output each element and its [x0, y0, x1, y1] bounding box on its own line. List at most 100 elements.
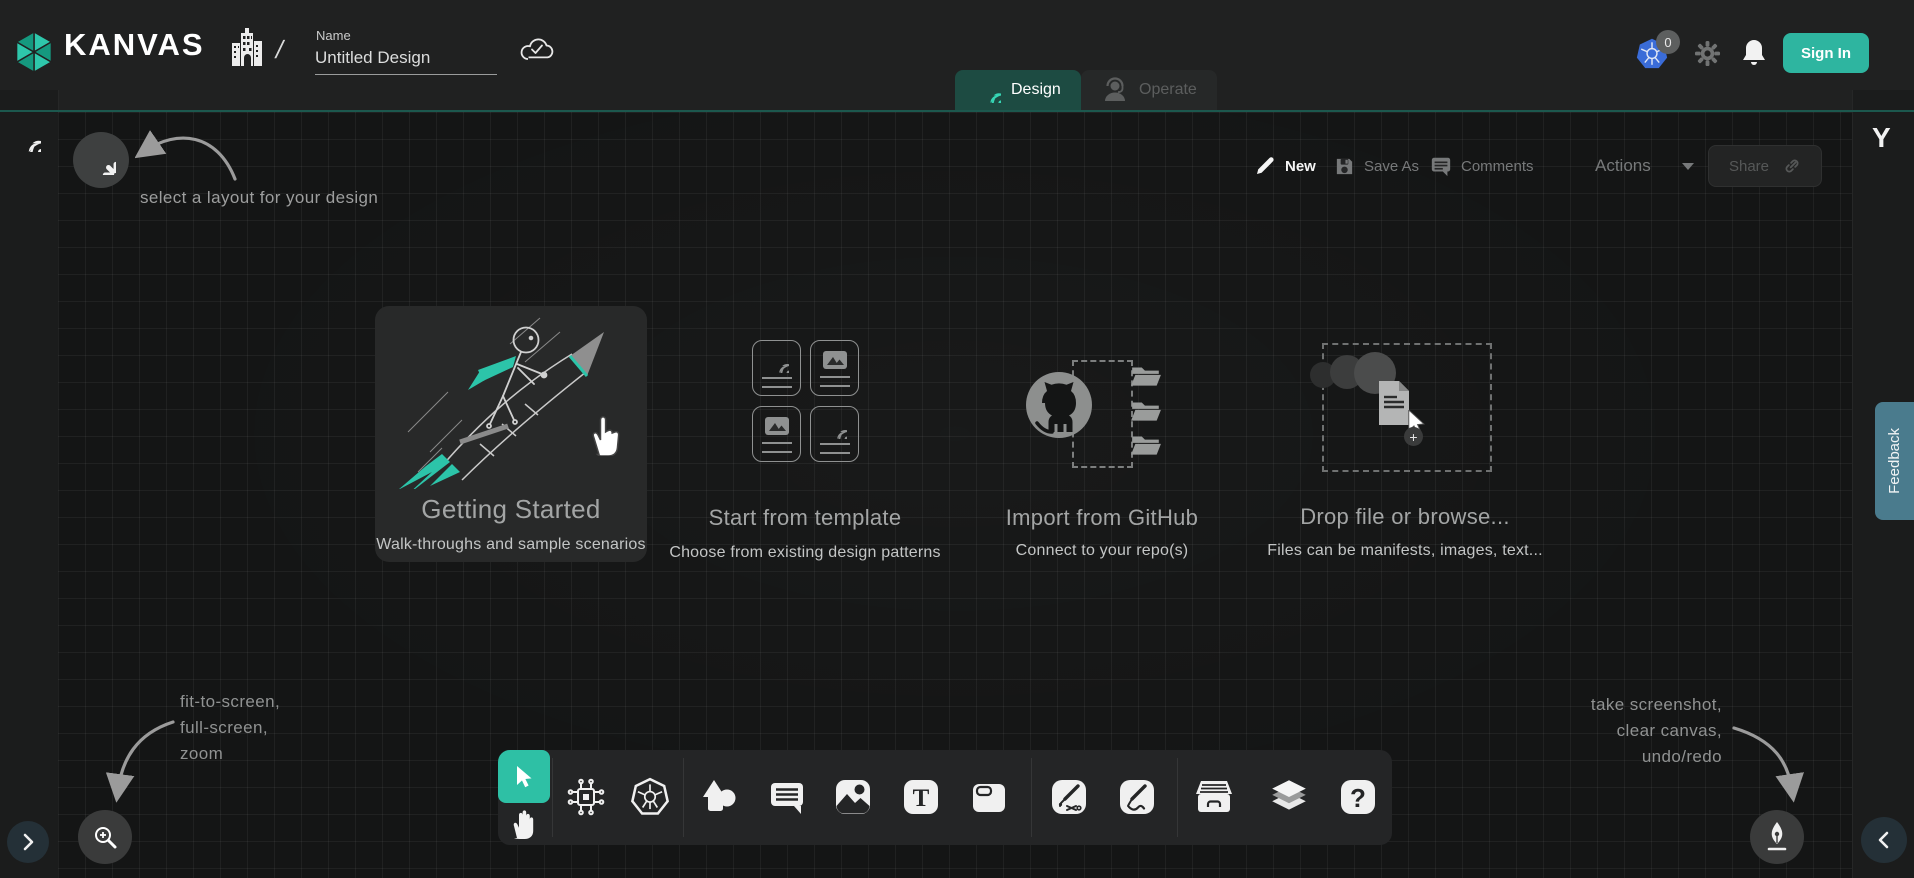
design-canvas[interactable]: select a layout for your design New Save…: [58, 112, 1852, 878]
help-tool[interactable]: ?: [1336, 775, 1380, 819]
chevron-right-icon: [22, 833, 34, 851]
hand-icon: [509, 808, 539, 840]
image-icon: [764, 416, 790, 438]
image-tool[interactable]: [831, 775, 875, 819]
save-floppy-icon: [1334, 156, 1355, 177]
pan-tool[interactable]: [502, 802, 546, 846]
feedback-label: Feedback: [1886, 428, 1903, 494]
tab-operate[interactable]: Operate: [1081, 70, 1217, 110]
comment-box-icon: [767, 777, 807, 817]
tab-operate-label: Operate: [1139, 81, 1197, 99]
canvas-actions-button[interactable]: [1750, 810, 1804, 864]
share-link-icon: [1783, 157, 1801, 175]
layer5-y-logo: Y: [1872, 122, 1891, 154]
chevron-down-icon: [1682, 163, 1694, 170]
dock-divider: [552, 758, 553, 837]
select-cursor-icon: [512, 764, 536, 790]
share-button[interactable]: Share: [1708, 145, 1822, 187]
archive-drawer-icon: [1192, 777, 1236, 817]
card-title[interactable]: Start from template: [665, 505, 945, 531]
dock-divider: [1177, 758, 1178, 837]
card-title: Getting Started: [375, 494, 647, 525]
thumb-lines: [762, 377, 792, 388]
template-thumb: [752, 406, 801, 462]
text-tool[interactable]: T: [899, 775, 943, 819]
expand-left-panel-button[interactable]: [7, 821, 49, 863]
svg-text:?: ?: [1350, 783, 1366, 813]
node-tool[interactable]: [564, 775, 608, 819]
magnifier-plus-icon: [92, 824, 118, 850]
brand-name: KANVAS: [64, 27, 205, 63]
kubernetes-count-badge: 0: [1656, 30, 1680, 54]
actions-dropdown[interactable]: Actions: [1595, 154, 1694, 178]
circuit-node-icon: [566, 777, 606, 817]
pencil-scribble-icon: [1117, 777, 1157, 817]
spiral-icon: [765, 349, 789, 373]
comment-tool[interactable]: [765, 775, 809, 819]
notifications-bell-icon[interactable]: [1740, 38, 1768, 68]
brand-logo-icon[interactable]: [12, 30, 56, 74]
pointer-hand-cursor: [587, 414, 623, 456]
layers-tool[interactable]: [1267, 775, 1311, 819]
shapes-tool[interactable]: [698, 775, 742, 819]
archive-tool[interactable]: [1192, 775, 1236, 819]
kubernetes-wheel-icon: [629, 776, 671, 818]
tab-design[interactable]: Design: [955, 70, 1081, 110]
settings-gear-icon[interactable]: [1694, 40, 1721, 67]
sign-in-button[interactable]: Sign In: [1783, 33, 1869, 73]
card-subtitle: Connect to your repo(s): [972, 542, 1232, 560]
layout-hint-arrow: [135, 115, 247, 193]
zoom-hint-text: fit-to-screen, full-screen, zoom: [180, 689, 280, 767]
layout-suggestion-button[interactable]: [73, 132, 129, 188]
dock-divider: [1031, 758, 1032, 837]
thumb-lines: [762, 442, 792, 453]
kubernetes-tool[interactable]: [628, 775, 672, 819]
image-photo-icon: [833, 777, 873, 817]
card-title[interactable]: Import from GitHub: [962, 505, 1242, 531]
comments-button[interactable]: Comments: [1430, 154, 1534, 178]
tool-dock: T: [498, 750, 1392, 845]
screenshot-hint-arrow: [1726, 720, 1811, 805]
plus-badge-icon: +: [1404, 427, 1423, 446]
saved-cloud-icon: [518, 36, 556, 64]
new-label: New: [1285, 158, 1316, 175]
zoom-controls-button[interactable]: [78, 810, 132, 864]
pen-path-icon: [1049, 777, 1089, 817]
save-as-button[interactable]: Save As: [1334, 154, 1419, 178]
comments-label: Comments: [1461, 158, 1534, 175]
save-as-label: Save As: [1364, 158, 1419, 175]
pencil-new-icon: [1254, 155, 1276, 177]
pen-tool[interactable]: [1047, 775, 1091, 819]
shapes-icon: [700, 777, 740, 817]
design-tab-icon: [975, 77, 1001, 103]
layout-hint-text: select a layout for your design: [140, 188, 378, 208]
new-design-button[interactable]: New: [1254, 154, 1316, 178]
feedback-tab[interactable]: Feedback: [1875, 402, 1914, 520]
chevron-left-icon: [1878, 831, 1890, 849]
svg-text:T: T: [913, 785, 930, 812]
share-label: Share: [1729, 158, 1769, 175]
meshery-spiral-icon[interactable]: [11, 122, 41, 152]
design-name-input[interactable]: [315, 46, 497, 75]
sticky-note-icon: [969, 777, 1009, 817]
folder-icon: [1130, 364, 1162, 388]
github-octocat-icon[interactable]: [1024, 370, 1094, 442]
template-thumb: [752, 340, 801, 396]
rocket-rider-illustration: [390, 314, 630, 489]
screenshot-hint-text: take screenshot, clear canvas, undo/redo: [1562, 692, 1722, 770]
select-tool[interactable]: [498, 750, 550, 803]
thumb-lines: [820, 376, 850, 387]
template-thumbnails[interactable]: [752, 340, 859, 462]
pencil-tool[interactable]: [1115, 775, 1159, 819]
template-thumb: [810, 406, 859, 462]
workspace-icon[interactable]: [230, 26, 264, 68]
operate-tab-icon: [1101, 76, 1129, 104]
card-subtitle: Files can be manifests, images, text...: [1255, 542, 1555, 560]
collapse-right-panel-button[interactable]: [1861, 817, 1907, 863]
note-tool[interactable]: [967, 775, 1011, 819]
kanvas-app: KANVAS / Name: [0, 0, 1914, 878]
card-title[interactable]: Drop file or browse...: [1265, 504, 1545, 530]
layers-icon: [1268, 776, 1310, 818]
thumb-lines: [820, 443, 850, 454]
card-subtitle: Choose from existing design patterns: [655, 544, 955, 562]
